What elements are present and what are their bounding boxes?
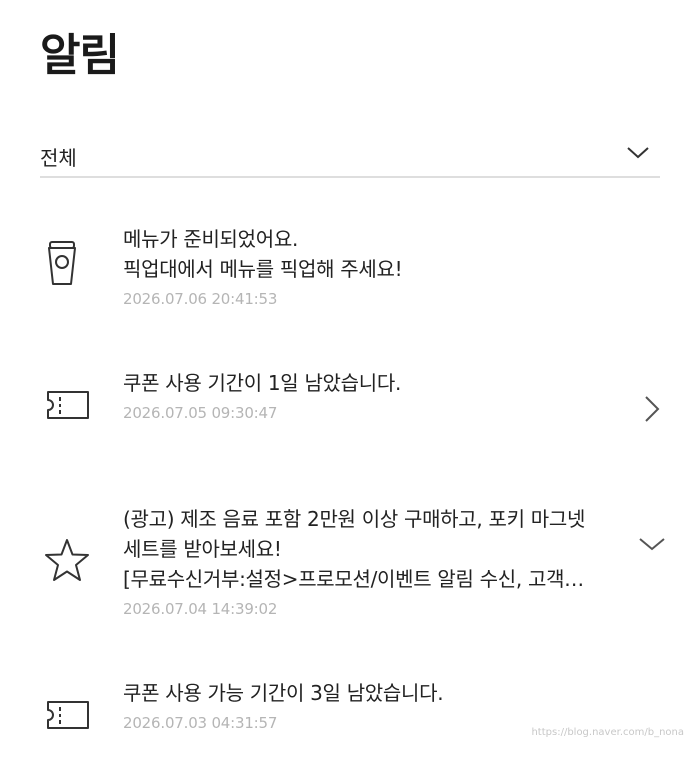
watermark: https://blog.naver.com/b_nona: [531, 727, 684, 738]
notification-message-line: 쿠폰 사용 기간이 1일 남았습니다.: [123, 371, 402, 395]
notification-time: 2026.07.04 14:39:02: [123, 600, 278, 618]
notification-message-line: 메뉴가 준비되었어요.: [123, 227, 299, 251]
notification-message-line: 세트를 받아보세요!: [123, 537, 282, 561]
notification-message-line: 쿠폰 사용 가능 기간이 3일 남았습니다.: [123, 681, 444, 705]
page-title: 알림: [40, 30, 120, 81]
notification-time: 2026.07.06 20:41:53: [123, 290, 278, 308]
filter-dropdown[interactable]: 전체: [40, 132, 660, 178]
chevron-right-icon[interactable]: [642, 394, 662, 424]
chevron-down-icon[interactable]: [638, 534, 666, 554]
ticket-icon: [47, 391, 89, 419]
notification-message-line: (광고) 제조 음료 포함 2만원 이상 구매하고, 포키 마그넷: [123, 507, 586, 531]
ticket-icon: [47, 701, 89, 729]
notification-time: 2026.07.05 09:30:47: [123, 404, 278, 422]
cup-icon: [48, 241, 76, 285]
notification-message-line: 픽업대에서 메뉴를 픽업해 주세요!: [123, 257, 403, 281]
star-icon: [45, 539, 89, 581]
filter-label: 전체: [40, 146, 77, 170]
notification-message-line: [무료수신거부:설정>프로모션/이벤트 알림 수신, 고객…: [123, 567, 584, 591]
chevron-down-icon: [627, 147, 649, 159]
